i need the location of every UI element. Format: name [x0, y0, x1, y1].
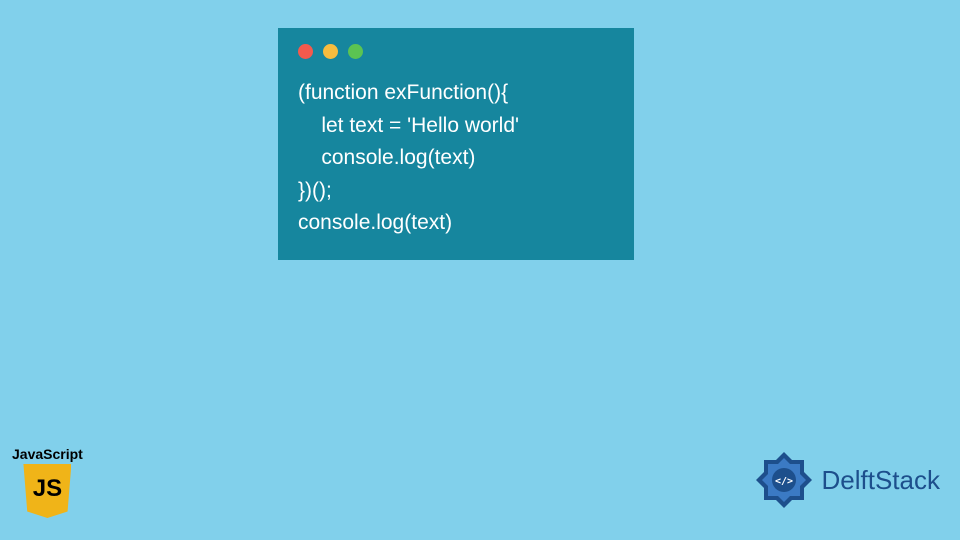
brand-badge: </> DelftStack: [754, 450, 941, 510]
svg-text:</>: </>: [774, 476, 792, 487]
javascript-shield-text: JS: [33, 475, 62, 503]
close-dot-icon: [298, 44, 313, 59]
window-controls: [298, 44, 614, 59]
code-line-3: console.log(text): [298, 146, 475, 169]
code-line-5: console.log(text): [298, 211, 452, 234]
code-line-2: let text = 'Hello world': [298, 114, 519, 137]
code-line-4: })();: [298, 179, 332, 202]
javascript-shield-icon: JS: [23, 464, 71, 518]
code-block: (function exFunction(){ let text = 'Hell…: [298, 77, 614, 240]
javascript-badge: JavaScript JS: [12, 446, 83, 518]
javascript-label: JavaScript: [12, 446, 83, 462]
brand-logo-icon: </>: [754, 450, 814, 510]
brand-name: DelftStack: [822, 465, 941, 496]
maximize-dot-icon: [348, 44, 363, 59]
minimize-dot-icon: [323, 44, 338, 59]
code-window: (function exFunction(){ let text = 'Hell…: [278, 28, 634, 260]
code-line-1: (function exFunction(){: [298, 81, 508, 104]
